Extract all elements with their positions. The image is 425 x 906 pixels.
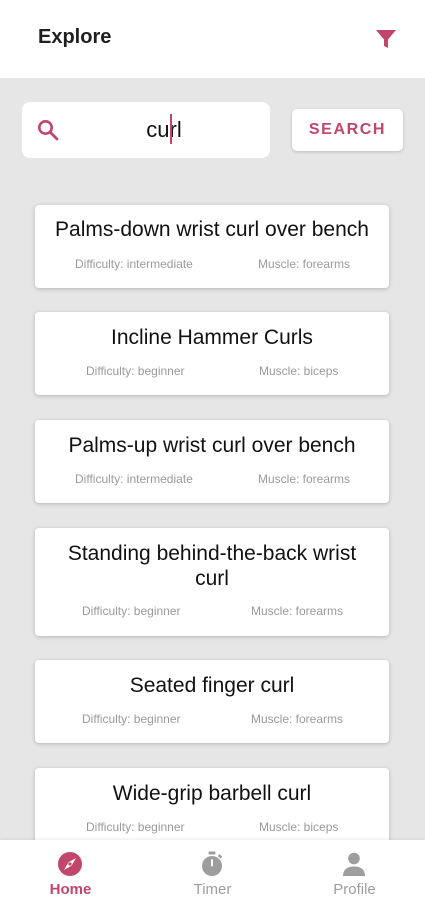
exercise-title: Palms-down wrist curl over bench bbox=[55, 218, 369, 241]
exercise-muscle: Muscle: forearms bbox=[251, 712, 344, 726]
stopwatch-icon bbox=[202, 851, 222, 876]
exercise-difficulty: Difficulty: beginner bbox=[86, 364, 185, 378]
page-title: Explore bbox=[38, 26, 112, 48]
exercise-title: Seated finger curl bbox=[129, 674, 295, 697]
bottom-navigation: Home Timer Profile bbox=[0, 840, 425, 906]
app-bar: Explore bbox=[0, 0, 425, 78]
exercise-card[interactable]: Seated finger curl Difficulty: beginner … bbox=[35, 660, 389, 743]
exercise-card[interactable]: Palms-up wrist curl over bench Difficult… bbox=[35, 420, 389, 503]
exercise-card[interactable]: Standing behind-the-back wrist curl Diff… bbox=[35, 528, 389, 636]
exercise-title: Standing behind-the-back wrist curl bbox=[67, 542, 357, 590]
nav-item-home[interactable]: Home bbox=[0, 840, 141, 906]
exercise-difficulty: Difficulty: beginner bbox=[82, 712, 181, 726]
exercise-muscle: Muscle: forearms bbox=[258, 257, 351, 271]
exercise-difficulty: Difficulty: intermediate bbox=[75, 257, 193, 271]
exercise-muscle: Muscle: biceps bbox=[259, 820, 339, 834]
search-input[interactable] bbox=[70, 112, 258, 148]
nav-label-profile: Profile bbox=[333, 881, 376, 898]
nav-item-timer[interactable]: Timer bbox=[142, 840, 283, 906]
exercise-title: Incline Hammer Curls bbox=[111, 326, 313, 349]
exercise-difficulty: Difficulty: beginner bbox=[86, 820, 185, 834]
search-button[interactable]: SEARCH bbox=[292, 109, 403, 151]
exercise-muscle: Muscle: biceps bbox=[259, 364, 339, 378]
exercise-difficulty: Difficulty: beginner bbox=[82, 604, 181, 618]
compass-icon bbox=[58, 852, 82, 876]
exercise-card[interactable]: Incline Hammer Curls Difficulty: beginne… bbox=[35, 312, 389, 395]
nav-item-profile[interactable]: Profile bbox=[284, 840, 425, 906]
exercise-muscle: Muscle: forearms bbox=[251, 604, 344, 618]
text-cursor bbox=[170, 114, 172, 144]
exercise-difficulty: Difficulty: intermediate bbox=[75, 472, 193, 486]
filter-button[interactable] bbox=[372, 26, 400, 52]
exercise-muscle: Muscle: forearms bbox=[258, 472, 351, 486]
nav-label-timer: Timer bbox=[193, 881, 232, 898]
person-icon bbox=[343, 852, 365, 876]
exercise-card[interactable]: Wide-grip barbell curl Difficulty: begin… bbox=[35, 768, 389, 851]
exercise-title: Palms-up wrist curl over bench bbox=[68, 434, 356, 457]
nav-label-home: Home bbox=[49, 881, 92, 898]
search-icon bbox=[38, 120, 59, 141]
search-box bbox=[22, 102, 270, 158]
exercise-title: Wide-grip barbell curl bbox=[112, 782, 312, 805]
filter-icon bbox=[376, 30, 396, 48]
exercise-card[interactable]: Palms-down wrist curl over bench Difficu… bbox=[35, 205, 389, 288]
